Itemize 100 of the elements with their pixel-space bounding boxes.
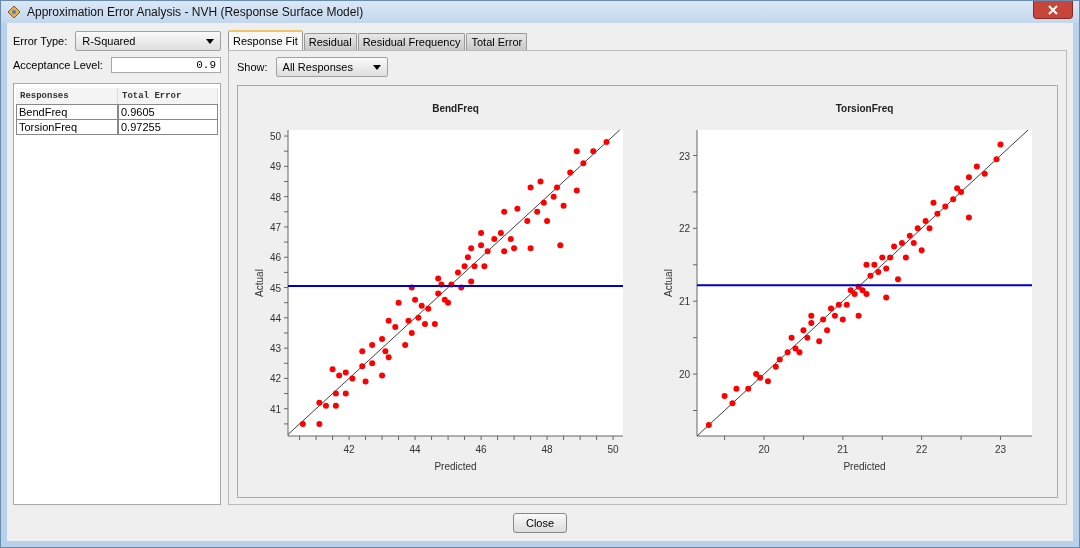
scatter-point bbox=[458, 284, 465, 291]
tick-label: 48 bbox=[269, 191, 281, 203]
table-cell: BendFreq bbox=[16, 104, 118, 120]
error-type-dropdown[interactable]: R-Squared bbox=[75, 31, 221, 51]
tick-label: 42 bbox=[269, 373, 281, 385]
tick-label: 22 bbox=[916, 444, 928, 455]
chart-title: BendFreq bbox=[431, 103, 479, 114]
close-button[interactable]: Close bbox=[512, 513, 568, 533]
tick-label: 50 bbox=[269, 131, 281, 143]
scatter-point bbox=[405, 317, 412, 324]
tick-label: 20 bbox=[679, 369, 691, 381]
tab[interactable]: Response Fit bbox=[228, 30, 303, 50]
scatter-point bbox=[332, 390, 339, 397]
tick-label: 46 bbox=[475, 444, 487, 455]
scatter-point bbox=[316, 420, 323, 427]
table-cell: 0.97255 bbox=[118, 120, 218, 135]
scatter-point bbox=[930, 199, 937, 206]
scatter-point bbox=[507, 236, 514, 243]
scatter-point bbox=[883, 294, 890, 301]
column-header[interactable]: Total Error bbox=[118, 88, 218, 104]
scatter-point bbox=[603, 139, 610, 146]
scatter-point bbox=[550, 193, 557, 200]
field-label: Error Type: bbox=[13, 35, 68, 47]
window-title: Approximation Error Analysis - NVH (Response Surface Model) bbox=[27, 5, 365, 19]
scatter-point bbox=[573, 187, 580, 194]
scatter-point bbox=[566, 169, 573, 176]
table-cell: TorsionFreq bbox=[16, 120, 118, 135]
scatter-point bbox=[543, 217, 550, 224]
scatter-point bbox=[332, 402, 339, 409]
scatter-point bbox=[788, 334, 795, 341]
scatter-point bbox=[824, 327, 831, 334]
tab[interactable]: Total Error bbox=[466, 33, 528, 50]
tick-label: 21 bbox=[679, 296, 691, 308]
field-label: Acceptance Level: bbox=[13, 59, 103, 71]
tab[interactable]: Residual Frequency bbox=[357, 33, 466, 50]
scatter-point bbox=[408, 284, 415, 291]
scatter-point bbox=[299, 420, 306, 427]
axis-title: Predicted bbox=[843, 461, 886, 472]
tick-label: 47 bbox=[269, 221, 281, 233]
scatter-point bbox=[514, 205, 521, 212]
scatter-point bbox=[537, 178, 544, 185]
tick-label: 46 bbox=[269, 252, 281, 264]
scatter-point bbox=[448, 281, 455, 288]
caret-icon bbox=[206, 38, 214, 44]
scatter-point bbox=[477, 230, 484, 236]
scatter-point bbox=[510, 245, 517, 252]
app-icon bbox=[7, 5, 21, 19]
tick-label: 41 bbox=[269, 403, 281, 415]
scatter-point bbox=[533, 208, 540, 215]
tick-label: 48 bbox=[541, 444, 553, 455]
scatter-point bbox=[359, 348, 365, 355]
tick-label: 43 bbox=[269, 343, 281, 355]
close-button[interactable] bbox=[1033, 1, 1073, 19]
scatter-point bbox=[342, 390, 349, 397]
scatter-point bbox=[553, 184, 560, 191]
scatter-point bbox=[464, 254, 471, 261]
scatter-point bbox=[378, 336, 385, 343]
acceptance-level-field[interactable]: 0.9 bbox=[110, 57, 221, 73]
scatter-point bbox=[580, 160, 587, 167]
scatter-point bbox=[408, 330, 415, 336]
close-icon bbox=[1048, 4, 1058, 15]
scatter-point bbox=[368, 360, 375, 367]
scatter-point bbox=[997, 141, 1004, 148]
scatter-point bbox=[368, 342, 375, 349]
scatter-point bbox=[903, 254, 910, 261]
scatter-point bbox=[431, 320, 438, 327]
scatter-point bbox=[733, 385, 740, 392]
scatter-point bbox=[895, 276, 902, 283]
column-header[interactable]: Responses bbox=[16, 88, 118, 104]
scatter-point bbox=[527, 245, 534, 252]
tick-label: 20 bbox=[758, 444, 770, 455]
scatter-point bbox=[395, 299, 402, 306]
tick-label: 22 bbox=[679, 223, 691, 235]
scatter-point bbox=[560, 202, 567, 209]
tab[interactable]: Residual bbox=[303, 33, 357, 50]
tick-label: 50 bbox=[607, 444, 619, 455]
field-label: Show: bbox=[237, 61, 268, 73]
scatter-point bbox=[359, 363, 365, 370]
scatter-point bbox=[362, 378, 369, 385]
scatter-point bbox=[557, 242, 564, 249]
scatter-point bbox=[467, 278, 474, 285]
show-dropdown[interactable]: All Responses bbox=[275, 57, 388, 77]
axis-title: Actual bbox=[663, 269, 675, 297]
scatter-point bbox=[378, 372, 385, 379]
tick-label: 42 bbox=[343, 444, 355, 455]
scatter-point bbox=[481, 263, 488, 270]
tick-label: 44 bbox=[409, 444, 421, 455]
scatter-point bbox=[966, 174, 973, 181]
axis-title: Predicted bbox=[434, 461, 477, 472]
scatter-point bbox=[467, 245, 474, 252]
tick-label: 23 bbox=[679, 150, 691, 162]
scatter-point bbox=[401, 342, 408, 349]
scatter-point bbox=[590, 148, 597, 155]
scatter-point bbox=[500, 248, 507, 255]
tick-label: 21 bbox=[837, 444, 849, 455]
tick-label: 23 bbox=[995, 444, 1007, 455]
chart-title: TorsionFreq bbox=[835, 103, 894, 114]
scatter-point bbox=[524, 217, 531, 224]
scatter-point bbox=[855, 312, 862, 319]
scatter-point bbox=[706, 422, 713, 429]
